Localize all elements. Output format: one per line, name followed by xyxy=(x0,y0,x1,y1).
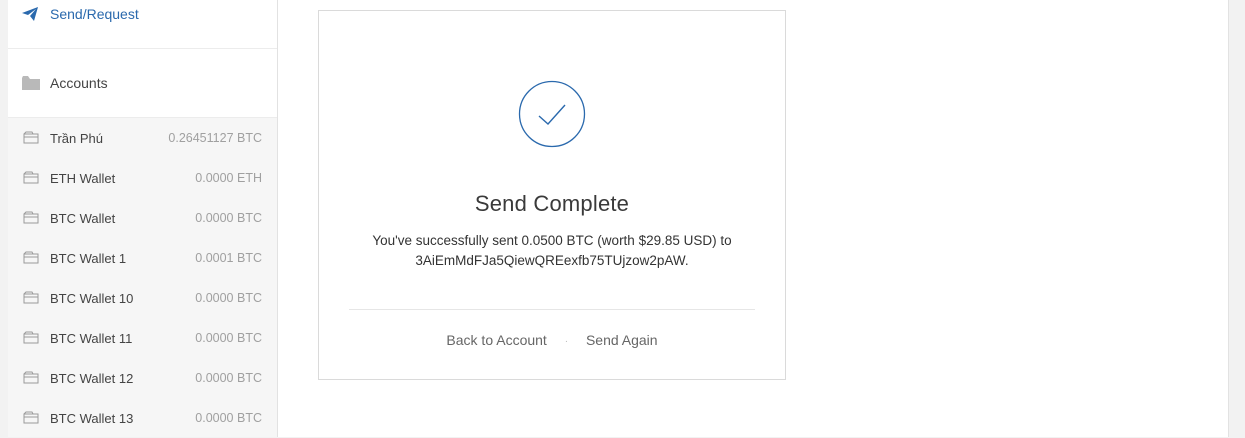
wallet-icon xyxy=(23,411,41,425)
wallet-icon xyxy=(23,331,41,345)
paper-plane-icon xyxy=(22,6,42,22)
wallet-icon xyxy=(23,131,41,145)
account-name: BTC Wallet xyxy=(50,210,116,226)
confirmation-message: You've successfully sent 0.0500 BTC (wor… xyxy=(339,231,765,271)
confirmation-message-line1: You've successfully sent 0.0500 BTC (wor… xyxy=(372,233,732,248)
confirmation-message-line2: 3AiEmMdFJa5QiewQREexfb75TUjzow2pAW. xyxy=(415,253,689,268)
back-to-account-link[interactable]: Back to Account xyxy=(446,332,546,348)
account-name: BTC Wallet 1 xyxy=(50,250,127,266)
account-item[interactable]: BTC Wallet 10 0.0000 BTC xyxy=(8,278,277,318)
confirmation-title: Send Complete xyxy=(474,191,630,216)
accounts-list: Trần Phú 0.26451127 BTC ETH Wallet 0.000… xyxy=(8,118,277,437)
account-balance: 0.0001 BTC xyxy=(195,251,262,265)
send-complete-card: Send Complete You've successfully sent 0… xyxy=(318,10,786,380)
account-name: BTC Wallet 12 xyxy=(50,370,134,386)
account-name: ETH Wallet xyxy=(50,170,116,186)
wallet-icon xyxy=(23,171,41,185)
wallet-icon xyxy=(23,371,41,385)
nav-send-request[interactable]: Send/Request xyxy=(8,0,277,49)
account-item[interactable]: ETH Wallet 0.0000 ETH xyxy=(8,158,277,198)
account-balance: 0.0000 ETH xyxy=(195,171,262,185)
account-item[interactable]: BTC Wallet 0.0000 BTC xyxy=(8,198,277,238)
account-item[interactable]: BTC Wallet 12 0.0000 BTC xyxy=(8,358,277,398)
folder-icon xyxy=(22,75,42,91)
account-item[interactable]: BTC Wallet 11 0.0000 BTC xyxy=(8,318,277,358)
account-name: BTC Wallet 11 xyxy=(50,330,133,346)
account-balance: 0.0000 BTC xyxy=(195,371,262,385)
sidebar: Send/Request Accounts Trần Phú 0.2645112… xyxy=(8,0,278,437)
action-separator: · xyxy=(564,335,569,347)
account-balance: 0.26451127 BTC xyxy=(168,131,262,145)
account-balance: 0.0000 BTC xyxy=(195,291,262,305)
divider xyxy=(349,309,755,310)
account-name: Trần Phú xyxy=(50,130,103,146)
account-item[interactable]: BTC Wallet 13 0.0000 BTC xyxy=(8,398,277,438)
main-content: Send Complete You've successfully sent 0… xyxy=(278,0,1229,437)
checkmark-circle-icon xyxy=(518,80,586,148)
account-name: BTC Wallet 10 xyxy=(50,290,134,306)
account-balance: 0.0000 BTC xyxy=(195,211,262,225)
nav-send-request-label: Send/Request xyxy=(50,6,139,22)
nav-accounts-label: Accounts xyxy=(50,75,108,91)
wallet-icon xyxy=(23,291,41,305)
confirmation-actions: Back to Account · Send Again xyxy=(319,332,785,348)
account-balance: 0.0000 BTC xyxy=(195,411,262,425)
account-item[interactable]: Trần Phú 0.26451127 BTC xyxy=(8,118,277,158)
wallet-icon xyxy=(23,211,41,225)
account-balance: 0.0000 BTC xyxy=(195,331,262,345)
nav-accounts[interactable]: Accounts xyxy=(8,49,277,118)
account-item[interactable]: BTC Wallet 1 0.0001 BTC xyxy=(8,238,277,278)
wallet-icon xyxy=(23,251,41,265)
account-name: BTC Wallet 13 xyxy=(50,410,134,426)
send-again-link[interactable]: Send Again xyxy=(586,332,658,348)
